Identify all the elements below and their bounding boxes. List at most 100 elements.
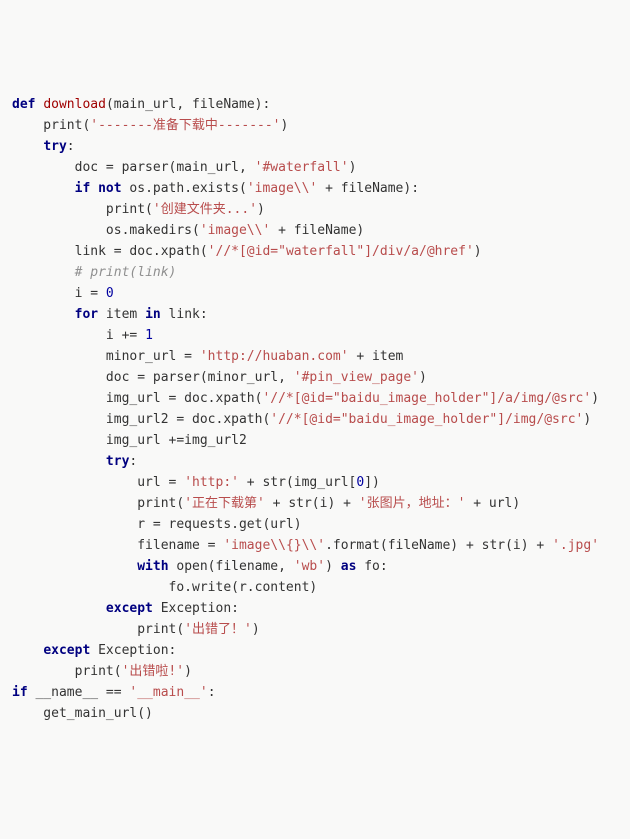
code-token bbox=[12, 559, 137, 574]
code-token: 'http://huaban.com' bbox=[200, 349, 349, 364]
code-line: i = 0 bbox=[12, 283, 618, 304]
code-token: fo.write(r.content) bbox=[12, 580, 317, 595]
code-line: fo.write(r.content) bbox=[12, 577, 618, 598]
code-token: 'wb' bbox=[294, 559, 325, 574]
code-token: os.makedirs( bbox=[12, 223, 200, 238]
code-token: '正在下载第' bbox=[184, 496, 265, 511]
code-token: '#waterfall' bbox=[255, 160, 349, 175]
code-token: link = doc.xpath( bbox=[12, 244, 208, 259]
code-token: get_main_url() bbox=[12, 706, 153, 721]
code-token: '创建文件夹...' bbox=[153, 202, 257, 217]
code-token: except bbox=[106, 601, 153, 616]
code-token: '//*[@id="baidu_image_holder"]/a/img/@sr… bbox=[262, 391, 591, 406]
code-token: open(filename, bbox=[169, 559, 294, 574]
code-token: ) bbox=[257, 202, 265, 217]
code-line: try: bbox=[12, 136, 618, 157]
code-token: i += bbox=[12, 328, 145, 343]
code-token: 'image\\' bbox=[247, 181, 317, 196]
code-token: i = bbox=[12, 286, 106, 301]
code-line: img_url2 = doc.xpath('//*[@id="baidu_ima… bbox=[12, 409, 618, 430]
code-token: try bbox=[43, 139, 66, 154]
code-token: : bbox=[208, 685, 216, 700]
code-line: i += 1 bbox=[12, 325, 618, 346]
code-line: url = 'http:' + str(img_url[0]) bbox=[12, 472, 618, 493]
code-token: print( bbox=[12, 664, 122, 679]
code-token: download bbox=[43, 97, 106, 112]
code-token: except bbox=[43, 643, 90, 658]
code-token: ) bbox=[474, 244, 482, 259]
code-token: 'image\\' bbox=[200, 223, 270, 238]
code-token: + url) bbox=[465, 496, 520, 511]
code-line: link = doc.xpath('//*[@id="waterfall"]/d… bbox=[12, 241, 618, 262]
code-token: def bbox=[12, 97, 43, 112]
code-line: except Exception: bbox=[12, 640, 618, 661]
code-line: if not os.path.exists('image\\' + fileNa… bbox=[12, 178, 618, 199]
code-token: ) bbox=[349, 160, 357, 175]
code-line: print('正在下载第' + str(i) + '张图片，地址：' + url… bbox=[12, 493, 618, 514]
code-line: img_url = doc.xpath('//*[@id="baidu_imag… bbox=[12, 388, 618, 409]
code-token: for bbox=[75, 307, 98, 322]
code-token: 'image\\{}\\' bbox=[223, 538, 325, 553]
code-line: for item in link: bbox=[12, 304, 618, 325]
code-line: doc = parser(minor_url, '#pin_view_page'… bbox=[12, 367, 618, 388]
code-token: print( bbox=[12, 202, 153, 217]
code-token: 0 bbox=[106, 286, 114, 301]
code-token: '出错啦!' bbox=[122, 664, 184, 679]
code-line: r = requests.get(url) bbox=[12, 514, 618, 535]
code-token: img_url2 = doc.xpath( bbox=[12, 412, 270, 427]
code-line: print('创建文件夹...') bbox=[12, 199, 618, 220]
code-token: ) bbox=[583, 412, 591, 427]
code-token: r = requests.get(url) bbox=[12, 517, 302, 532]
code-token: '-------准备下载中-------' bbox=[90, 118, 280, 133]
code-token: minor_url = bbox=[12, 349, 200, 364]
code-line: if __name__ == '__main__': bbox=[12, 682, 618, 703]
code-line: img_url +=img_url2 bbox=[12, 430, 618, 451]
code-token: img_url +=img_url2 bbox=[12, 433, 247, 448]
code-token: ) bbox=[184, 664, 192, 679]
code-line: print('-------准备下载中-------') bbox=[12, 115, 618, 136]
code-token: 1 bbox=[145, 328, 153, 343]
code-line: os.makedirs('image\\' + fileName) bbox=[12, 220, 618, 241]
code-token: ]) bbox=[364, 475, 380, 490]
code-token: img_url = doc.xpath( bbox=[12, 391, 262, 406]
code-token: ) bbox=[325, 559, 341, 574]
code-line: # print(link) bbox=[12, 262, 618, 283]
code-line: minor_url = 'http://huaban.com' + item bbox=[12, 346, 618, 367]
code-token: : bbox=[129, 454, 137, 469]
code-token: with bbox=[137, 559, 168, 574]
code-token: as bbox=[341, 559, 357, 574]
code-token: ) bbox=[591, 391, 599, 406]
code-line: print('出错了！') bbox=[12, 619, 618, 640]
code-token: + fileName) bbox=[270, 223, 364, 238]
code-token bbox=[12, 307, 75, 322]
code-token: '//*[@id="waterfall"]/div/a/@href' bbox=[208, 244, 474, 259]
code-token bbox=[12, 265, 75, 280]
code-line: with open(filename, 'wb') as fo: bbox=[12, 556, 618, 577]
code-token: print( bbox=[12, 496, 184, 511]
code-token: __name__ == bbox=[28, 685, 130, 700]
code-token: + str(i) + bbox=[265, 496, 359, 511]
code-line: doc = parser(main_url, '#waterfall') bbox=[12, 157, 618, 178]
code-line: filename = 'image\\{}\\'.format(fileName… bbox=[12, 535, 618, 556]
code-token: doc = parser(main_url, bbox=[12, 160, 255, 175]
code-token: + fileName): bbox=[317, 181, 419, 196]
code-token: url = bbox=[12, 475, 184, 490]
code-token: .format(fileName) + str(i) + bbox=[325, 538, 552, 553]
code-token: os.path.exists( bbox=[122, 181, 247, 196]
code-token: if bbox=[12, 685, 28, 700]
code-token: in bbox=[145, 307, 161, 322]
code-token: '张图片，地址：' bbox=[359, 496, 466, 511]
code-token: # print(link) bbox=[75, 265, 177, 280]
code-token: print( bbox=[12, 622, 184, 637]
code-line: except Exception: bbox=[12, 598, 618, 619]
code-line: def download(main_url, fileName): bbox=[12, 94, 618, 115]
code-token: '.jpg' bbox=[552, 538, 599, 553]
code-token bbox=[12, 454, 106, 469]
code-token: try bbox=[106, 454, 129, 469]
code-line: get_main_url() bbox=[12, 703, 618, 724]
code-token bbox=[12, 601, 106, 616]
code-token bbox=[12, 181, 75, 196]
code-line: try: bbox=[12, 451, 618, 472]
code-token: 'http:' bbox=[184, 475, 239, 490]
code-token: '#pin_view_page' bbox=[294, 370, 419, 385]
